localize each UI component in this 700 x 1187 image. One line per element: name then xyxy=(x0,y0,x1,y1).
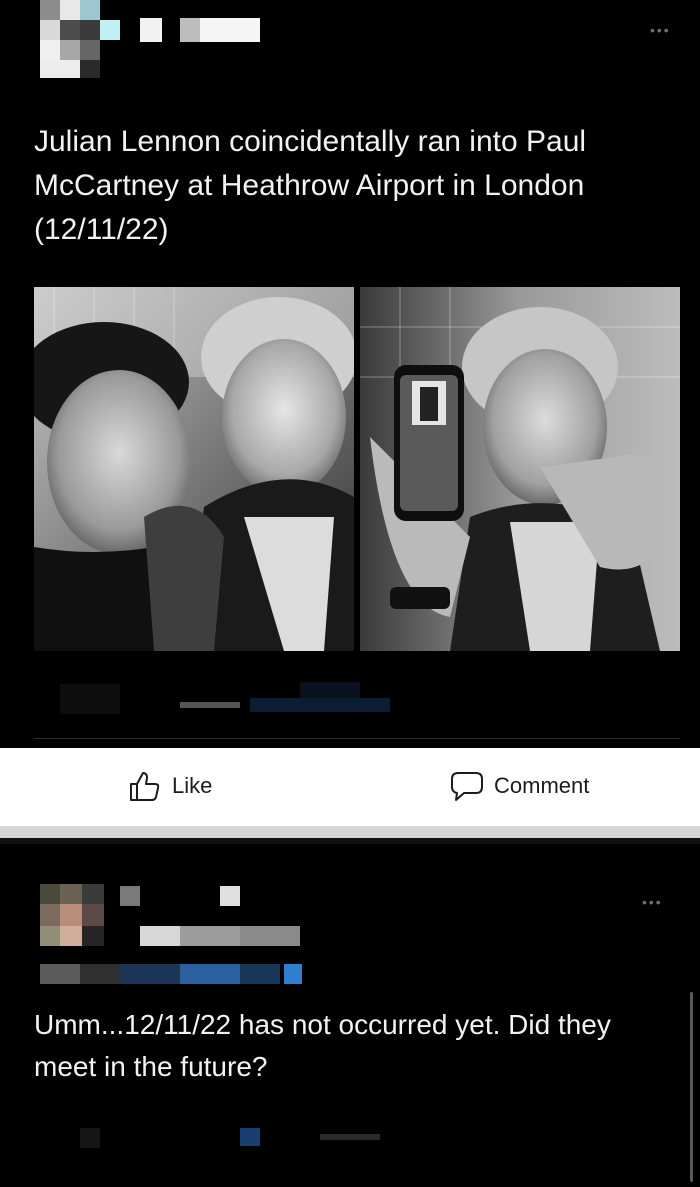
like-label: Like xyxy=(172,773,213,798)
photo-caption-redacted xyxy=(60,680,420,720)
comment-label: Comment xyxy=(494,773,590,798)
separator-edge xyxy=(0,838,700,844)
avatar[interactable] xyxy=(40,0,120,78)
speech-bubble-icon xyxy=(451,772,483,801)
comment-more-options-icon[interactable]: ••• xyxy=(642,894,663,910)
post-divider xyxy=(34,738,680,739)
commenter-avatar[interactable] xyxy=(40,884,104,946)
comment-meta-redacted xyxy=(40,964,310,986)
comment-text: Umm...12/11/22 has not occurred yet. Did… xyxy=(34,1009,611,1082)
thumbs-up-icon xyxy=(130,772,160,801)
photo-left-image xyxy=(34,287,354,651)
commenter-name[interactable] xyxy=(120,886,320,966)
photo-left[interactable] xyxy=(34,287,354,651)
comment-button[interactable]: Comment xyxy=(450,768,589,804)
comment-footer-redacted xyxy=(80,1124,440,1154)
photo-right[interactable] xyxy=(360,287,680,651)
author-name[interactable] xyxy=(140,18,270,42)
section-separator xyxy=(0,826,700,838)
photo-right-image xyxy=(360,287,680,651)
action-bar: Like Comment xyxy=(0,748,700,826)
post-text: Julian Lennon coincidentally ran into Pa… xyxy=(34,125,587,246)
like-button[interactable]: Like xyxy=(128,768,212,804)
scrollbar[interactable] xyxy=(690,992,693,1182)
more-options-icon[interactable]: ••• xyxy=(650,22,671,38)
